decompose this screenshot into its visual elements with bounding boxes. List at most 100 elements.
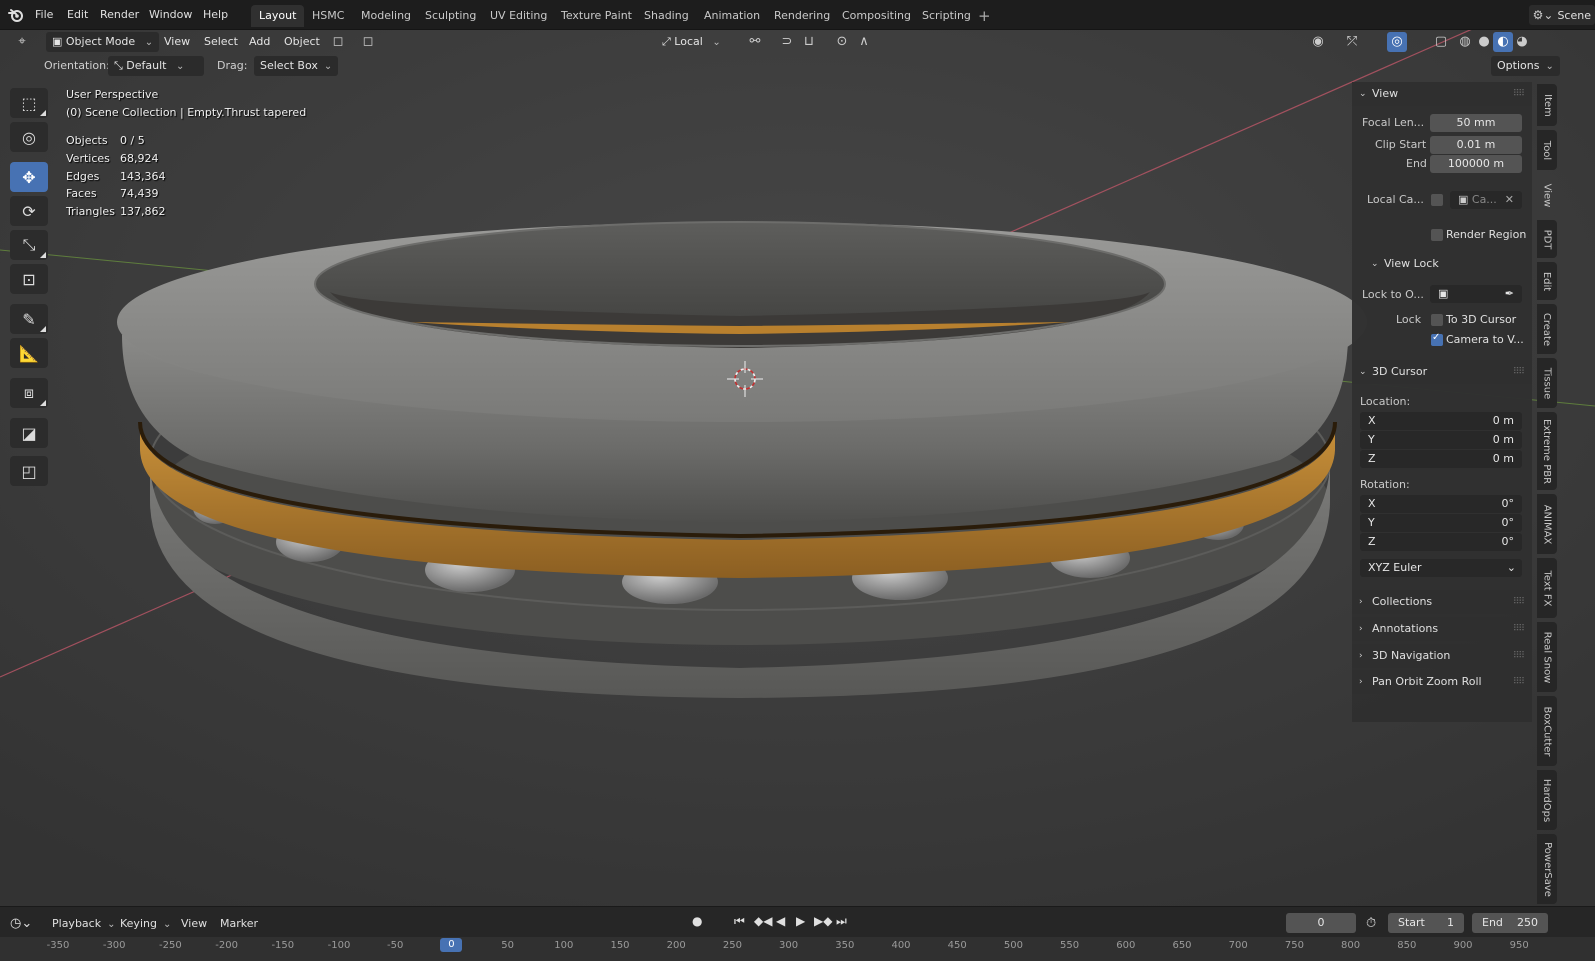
pivot-point-icon[interactable]: ⚯: [745, 32, 765, 52]
play-icon[interactable]: ▶: [796, 914, 805, 928]
vtab-create[interactable]: Create: [1537, 304, 1557, 354]
vtab-animax[interactable]: ANIMAX: [1537, 494, 1557, 554]
menu-edit[interactable]: Edit: [67, 8, 88, 21]
vtab-edit[interactable]: Edit: [1537, 262, 1557, 300]
vtab-powersave[interactable]: PowerSave: [1537, 834, 1557, 904]
preview-range-icon[interactable]: ⏱: [1366, 914, 1376, 934]
playback-menu[interactable]: Playback: [52, 914, 115, 934]
drag-grip-icon[interactable]: ⠿⠿: [1513, 590, 1525, 614]
hardops-tool[interactable]: ◰: [10, 456, 48, 486]
drag-grip-icon[interactable]: ⠿⠿: [1513, 644, 1525, 668]
select-mode-extend-icon[interactable]: ◻: [358, 32, 378, 52]
menu-render[interactable]: Render: [100, 8, 139, 21]
visibility-icon[interactable]: ◉: [1308, 32, 1328, 52]
wireframe-shading-icon[interactable]: ◍: [1455, 32, 1475, 52]
pan-orbit-zoom-roll-panel-header[interactable]: › Pan Orbit Zoom Roll ⠿⠿: [1352, 670, 1532, 694]
drag-grip-icon[interactable]: ⠿⠿: [1513, 670, 1525, 694]
transform-orientation-dropdown[interactable]: ⤢ Local: [656, 32, 727, 52]
rotation-mode-dropdown[interactable]: XYZ Euler ⌄: [1360, 559, 1522, 577]
drag-grip-icon[interactable]: ⠿⠿: [1513, 360, 1525, 384]
orientation-dropdown[interactable]: ⤡ Default: [108, 56, 204, 76]
menu-view[interactable]: View: [158, 32, 196, 52]
rotate-tool[interactable]: ⟳: [10, 196, 48, 226]
3d-cursor-panel-header[interactable]: ⌄ 3D Cursor ⠿⠿: [1352, 360, 1532, 384]
auto-keying-icon[interactable]: ●: [692, 914, 702, 928]
lock-to-object-field[interactable]: ▣ ✒: [1430, 285, 1522, 303]
jump-start-icon[interactable]: ⏮: [734, 914, 745, 929]
annotations-panel-header[interactable]: › Annotations ⠿⠿: [1352, 617, 1532, 641]
vtab-hardops[interactable]: HardOps: [1537, 770, 1557, 830]
xray-icon[interactable]: ▢: [1431, 32, 1451, 52]
clip-end-field[interactable]: 100000 m: [1430, 155, 1522, 173]
vtab-item[interactable]: Item: [1537, 84, 1557, 126]
tab-modeling[interactable]: Modeling: [353, 5, 419, 27]
timeline-editor-type-icon[interactable]: ◷⌄: [10, 914, 32, 934]
tab-compositing[interactable]: Compositing: [834, 5, 919, 27]
current-frame-field[interactable]: 0: [1286, 913, 1356, 933]
move-tool[interactable]: ✥: [10, 162, 48, 192]
tab-rendering[interactable]: Rendering: [766, 5, 838, 27]
add-workspace-button[interactable]: +: [978, 5, 991, 27]
vtab-real-snow[interactable]: Real Snow: [1537, 622, 1557, 692]
play-reverse-icon[interactable]: ◀: [776, 914, 785, 928]
view-panel-header[interactable]: ⌄ View ⠿⠿: [1352, 82, 1532, 106]
solid-shading-icon[interactable]: ●: [1474, 32, 1494, 52]
tab-layout[interactable]: Layout: [251, 5, 305, 27]
vtab-tool[interactable]: Tool: [1537, 130, 1557, 170]
menu-window[interactable]: Window: [149, 8, 192, 21]
overlays-icon[interactable]: ◎: [1387, 32, 1407, 52]
editor-type-icon[interactable]: ⌖: [12, 32, 32, 52]
menu-select[interactable]: Select: [198, 32, 244, 52]
vtab-text-fx[interactable]: Text FX: [1537, 558, 1557, 618]
focal-length-field[interactable]: 50 mm: [1430, 114, 1522, 132]
snap-icon[interactable]: ⊃: [777, 32, 797, 52]
measure-tool[interactable]: 📐: [10, 338, 48, 368]
vtab-view[interactable]: View: [1537, 174, 1557, 216]
render-region-checkbox[interactable]: [1431, 229, 1443, 241]
cursor-location-z[interactable]: Z 0 m: [1360, 450, 1522, 468]
jump-keyframe-forward-icon[interactable]: ▶◆: [814, 914, 832, 928]
frame-ruler[interactable]: -350 -300 -250 -200 -150 -100 -50 0 50 100 150 200 2…: [0, 937, 1595, 961]
tab-shading[interactable]: Shading: [636, 5, 697, 27]
3d-viewport[interactable]: ⌖ ▣ Object Mode View Select Add Object ◻…: [0, 30, 1595, 906]
proportional-edit-icon[interactable]: ⊙: [832, 32, 852, 52]
select-box-tool[interactable]: ⬚: [10, 88, 48, 118]
vtab-pdt[interactable]: PDT: [1537, 220, 1557, 258]
local-camera-field[interactable]: ▣ Ca... ✕: [1450, 191, 1522, 209]
start-frame-field[interactable]: Start 1: [1388, 913, 1464, 933]
menu-add[interactable]: Add: [243, 32, 276, 52]
collections-panel-header[interactable]: › Collections ⠿⠿: [1352, 590, 1532, 614]
jump-end-icon[interactable]: ⏭: [836, 914, 847, 929]
drag-grip-icon[interactable]: ⠿⠿: [1513, 617, 1525, 641]
view-lock-header[interactable]: ⌄ View Lock: [1364, 252, 1532, 276]
drag-dropdown[interactable]: Select Box: [254, 56, 339, 76]
local-camera-checkbox[interactable]: [1431, 194, 1443, 206]
drag-grip-icon[interactable]: ⠿⠿: [1513, 82, 1525, 106]
vtab-extreme-pbr[interactable]: Extreme PBR: [1537, 412, 1557, 490]
timeline-view-menu[interactable]: View: [181, 914, 207, 934]
jump-keyframe-back-icon[interactable]: ◆◀: [754, 914, 772, 928]
material-shading-icon[interactable]: ◐: [1493, 32, 1513, 52]
end-frame-field[interactable]: End 250: [1472, 913, 1548, 933]
snap-target-icon[interactable]: ⊔: [799, 32, 819, 52]
eyedropper-icon[interactable]: ✒: [1505, 285, 1514, 303]
mode-dropdown[interactable]: ▣ Object Mode: [46, 32, 160, 52]
menu-file[interactable]: File: [35, 8, 53, 21]
current-frame-indicator[interactable]: 0: [440, 938, 463, 952]
falloff-icon[interactable]: ∧: [854, 32, 874, 52]
gizmo-icon[interactable]: ⤱: [1342, 32, 1362, 52]
boxcutter-tool[interactable]: ◪: [10, 418, 48, 448]
blender-logo-icon[interactable]: [8, 7, 24, 23]
clear-icon[interactable]: ✕: [1505, 191, 1514, 209]
tab-sculpting[interactable]: Sculpting: [417, 5, 484, 27]
tab-animation[interactable]: Animation: [696, 5, 768, 27]
transform-tool[interactable]: ⊡: [10, 264, 48, 294]
annotate-tool[interactable]: ✎: [10, 304, 48, 334]
cursor-location-y[interactable]: Y 0 m: [1360, 431, 1522, 449]
3d-navigation-panel-header[interactable]: › 3D Navigation ⠿⠿: [1352, 644, 1532, 668]
select-mode-icon[interactable]: ◻: [328, 32, 348, 52]
add-cube-tool[interactable]: ⧈: [10, 378, 48, 408]
tab-texture-paint[interactable]: Texture Paint: [553, 5, 640, 27]
menu-object[interactable]: Object: [278, 32, 326, 52]
keying-menu[interactable]: Keying: [120, 914, 171, 934]
